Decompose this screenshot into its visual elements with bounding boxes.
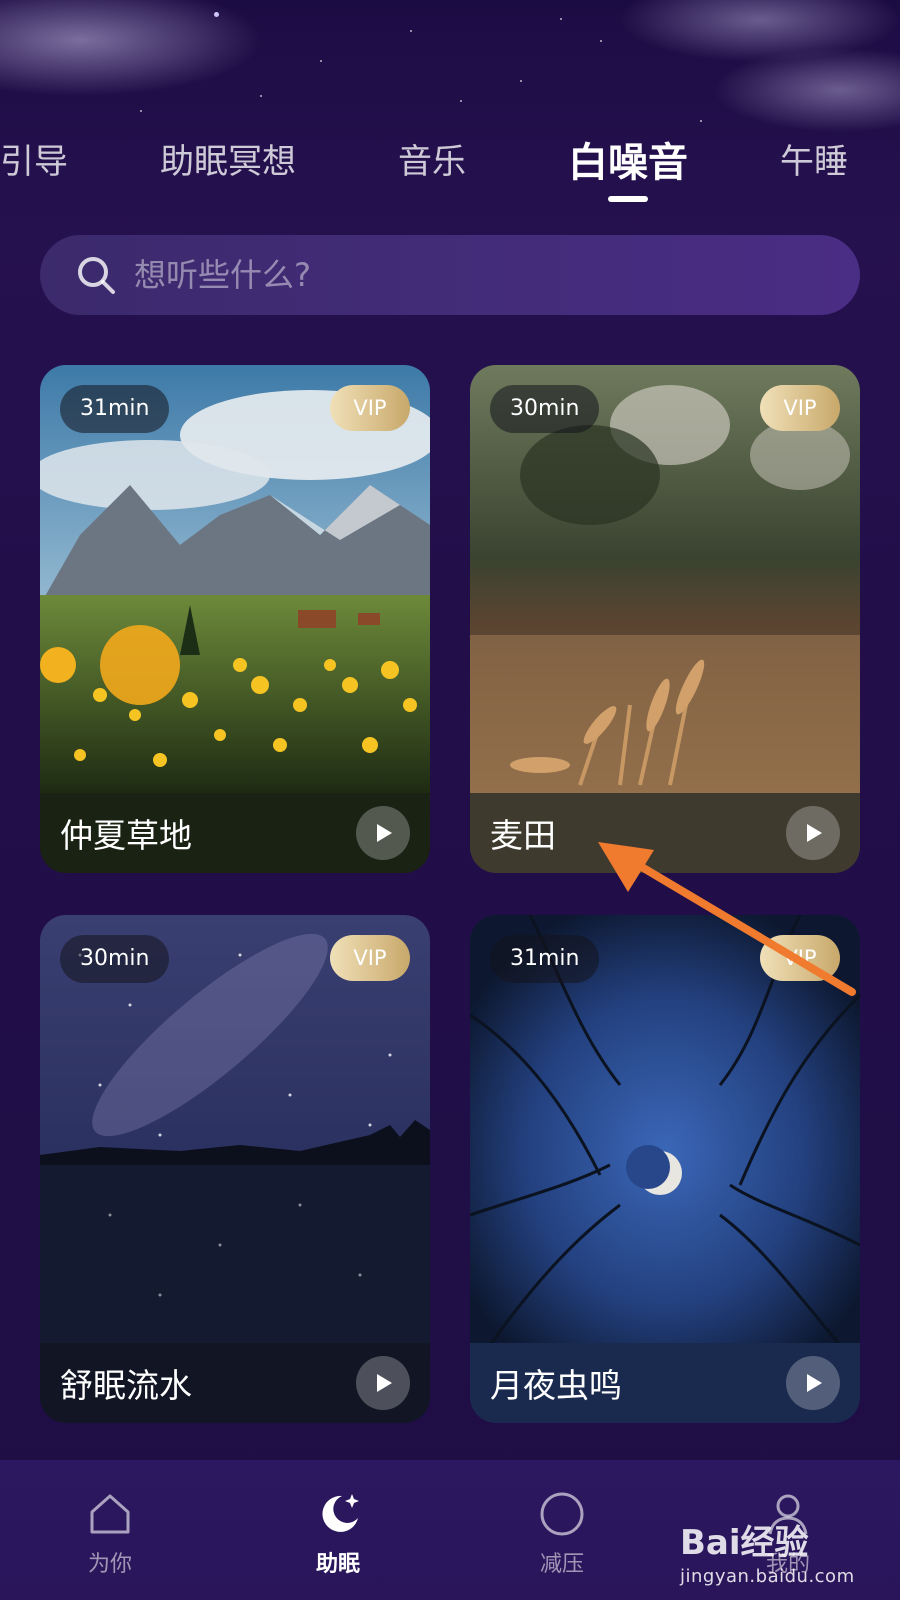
nav-item-sleep[interactable]: 助眠 [268,1488,408,1578]
card-title: 仲夏草地 [60,816,192,855]
duration-badge: 30min [60,935,170,983]
nav-label: 助眠 [315,1552,360,1577]
tab-guide[interactable]: 引导 [0,134,68,183]
nav-item-for-you[interactable]: 为你 [40,1488,180,1578]
watermark-logo: Bai经验 [680,1523,809,1563]
circle-icon [540,1492,584,1536]
card-footer: 麦田 [470,793,860,873]
play-button[interactable] [786,1356,840,1410]
play-button[interactable] [356,1356,410,1410]
search-input[interactable] [134,245,860,305]
search-bar[interactable] [40,235,860,315]
vip-badge: VIP [330,385,410,431]
watermark-url: jingyan.baidu.com [680,1566,855,1587]
nav-item-relax[interactable]: 减压 [492,1488,632,1578]
vip-badge: VIP [760,385,840,431]
tab-sleep-meditation[interactable]: 助眠冥想 [160,134,296,183]
moon-icon [322,1494,359,1532]
card-title: 麦田 [490,816,556,855]
play-icon [377,1374,392,1392]
home-icon [90,1494,130,1534]
nav-label: 减压 [539,1552,584,1577]
tab-nap[interactable]: 午睡 [780,134,848,183]
play-icon [807,824,822,842]
vip-badge: VIP [760,935,840,981]
tab-music[interactable]: 音乐 [398,134,466,183]
duration-badge: 31min [490,935,600,983]
play-button[interactable] [786,806,840,860]
vip-badge: VIP [330,935,410,981]
card-title: 舒眠流水 [60,1366,192,1405]
play-button[interactable] [356,806,410,860]
play-icon [807,1374,822,1392]
play-icon [377,824,392,842]
active-tab-indicator [608,196,648,202]
baidu-jingyan-watermark: Bai经验 jingyan.baidu.com [680,1515,880,1595]
duration-badge: 30min [490,385,600,433]
category-tabs: 引导 助眠冥想 音乐 白噪音 午睡 [0,120,900,210]
card-title: 月夜虫鸣 [490,1366,622,1405]
nav-label: 为你 [87,1552,132,1577]
sound-card-moon-forest[interactable]: 月夜虫鸣 31min VIP [470,915,860,1423]
card-footer: 舒眠流水 [40,1343,430,1423]
duration-badge: 31min [60,385,170,433]
sound-card-meadow[interactable]: 仲夏草地 31min VIP [40,365,430,873]
tab-white-noise[interactable]: 白噪音 [568,130,688,188]
search-icon [78,257,115,294]
card-footer: 仲夏草地 [40,793,430,873]
sound-card-starry-lake[interactable]: 舒眠流水 30min VIP [40,915,430,1423]
card-footer: 月夜虫鸣 [470,1343,860,1423]
sound-card-wheat-field[interactable]: 麦田 30min VIP [470,365,860,873]
